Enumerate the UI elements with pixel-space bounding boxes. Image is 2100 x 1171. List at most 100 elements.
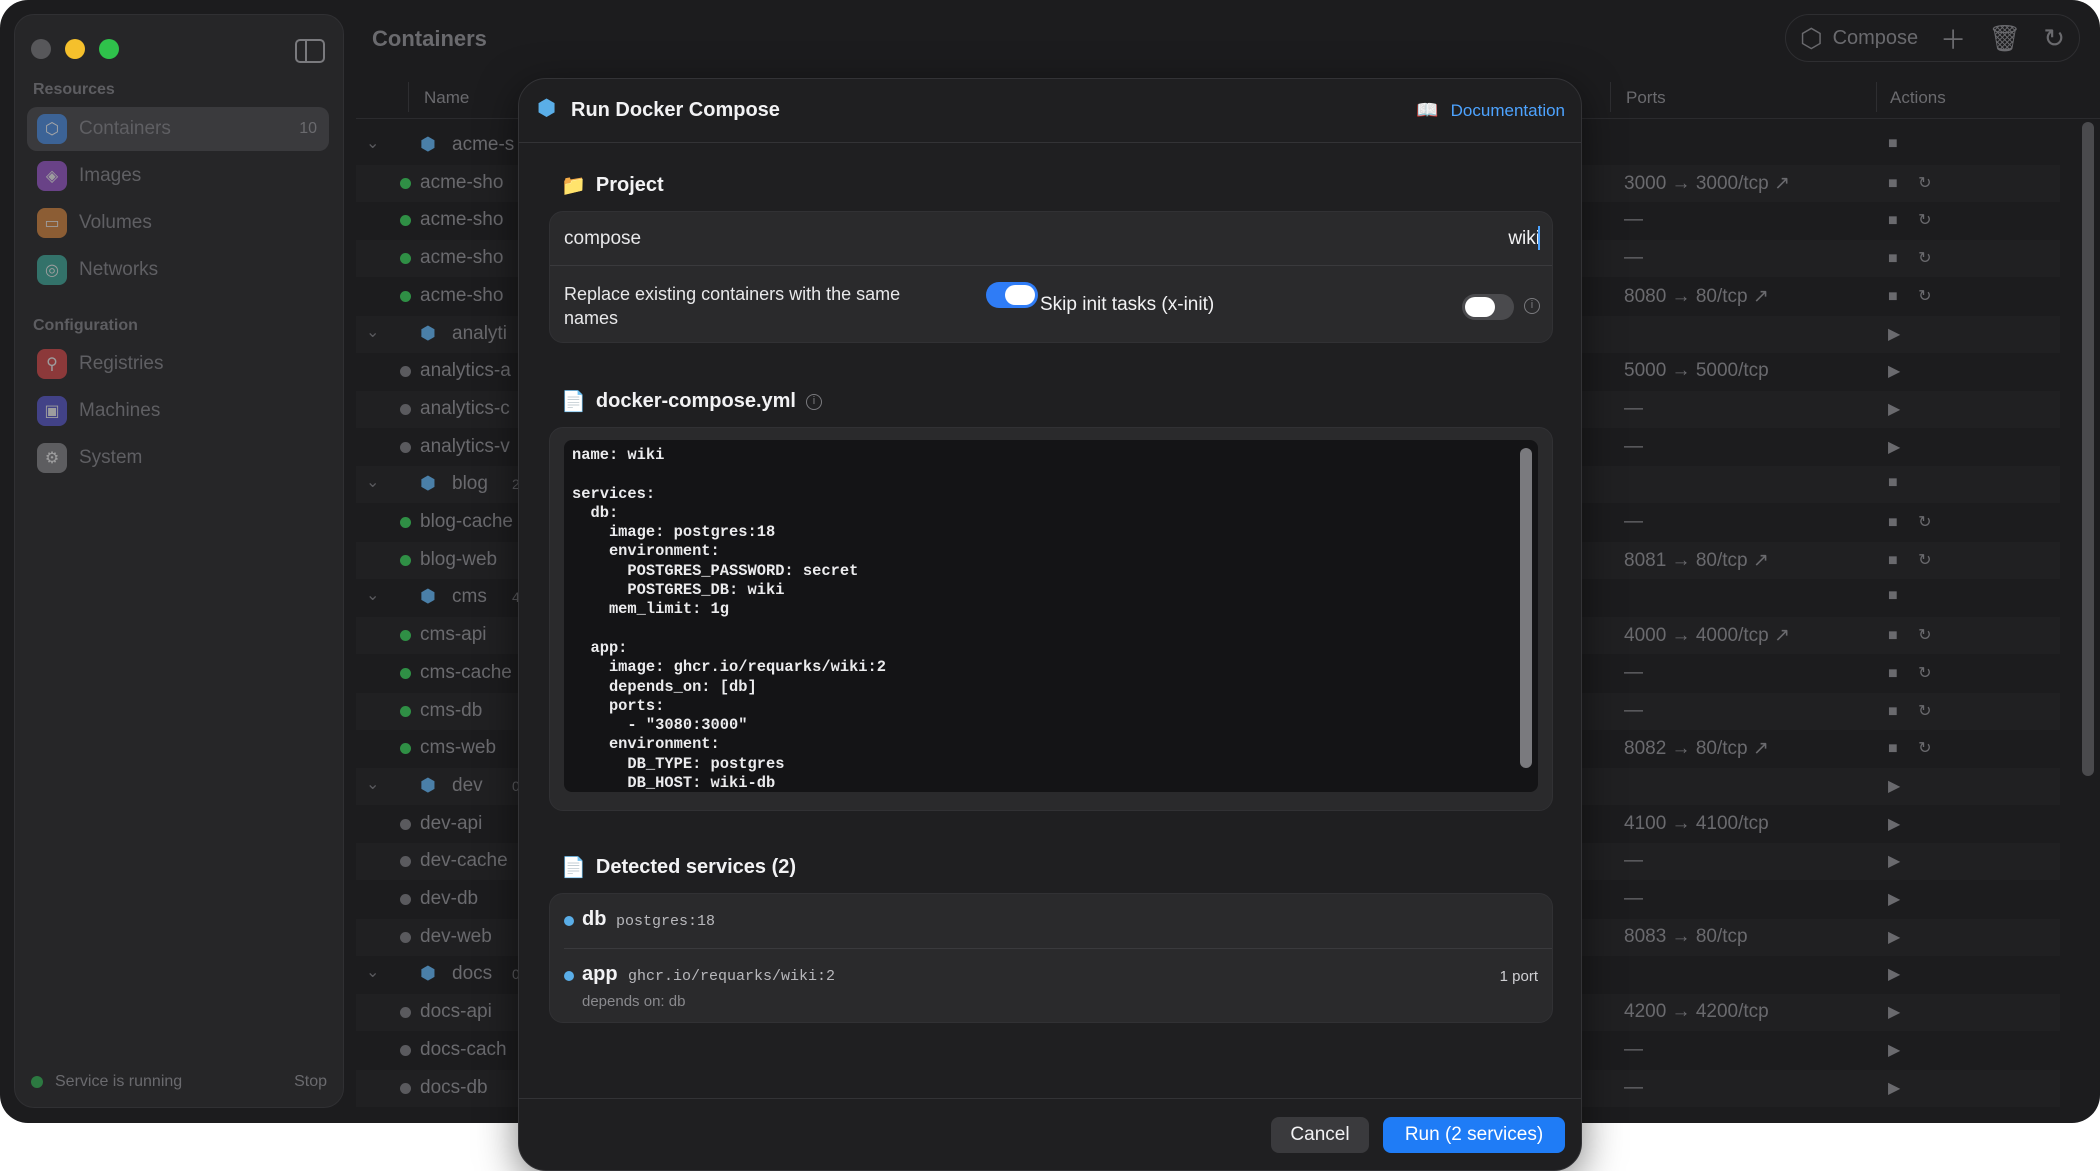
sidebar-item-containers[interactable]: ⬡ Containers 10 xyxy=(27,107,329,151)
column-header-ports[interactable]: Ports xyxy=(1626,88,1666,108)
project-name-row: compose xyxy=(550,212,1552,266)
container-ports[interactable]: 8082 → 80/tcp ↗ xyxy=(1624,737,1769,760)
stop-service-button[interactable]: Stop xyxy=(294,1073,327,1091)
status-dot-icon xyxy=(400,517,411,528)
sidebar-item-machines[interactable]: ▣ Machines xyxy=(27,389,329,433)
zoom-window-button[interactable] xyxy=(99,39,119,59)
container-ports[interactable]: — xyxy=(1624,398,1643,420)
container-ports[interactable]: 4200 → 4200/tcp xyxy=(1624,1001,1769,1023)
row-actions[interactable]: ▶ xyxy=(1888,324,1908,344)
container-ports[interactable]: 8083 → 80/tcp xyxy=(1624,926,1748,948)
row-actions[interactable]: ▶ xyxy=(1888,361,1908,381)
container-ports[interactable]: — xyxy=(1624,888,1643,910)
container-name: docs-db xyxy=(420,1076,488,1098)
container-ports[interactable]: — xyxy=(1624,662,1643,684)
row-actions[interactable]: ■ ↻ xyxy=(1888,248,1940,268)
row-actions[interactable]: ▶ xyxy=(1888,1040,1908,1060)
documentation-label: Documentation xyxy=(1450,100,1565,120)
add-icon[interactable]: ＋ xyxy=(1940,20,1966,57)
row-actions[interactable]: ■ ↻ xyxy=(1888,512,1940,532)
row-actions[interactable]: ▶ xyxy=(1888,399,1908,419)
status-dot-icon xyxy=(400,441,411,453)
row-actions[interactable]: ▶ xyxy=(1888,437,1908,457)
images-icon: ◈ xyxy=(37,161,67,191)
container-ports[interactable]: 5000 → 5000/tcp xyxy=(1624,360,1769,382)
container-ports[interactable]: 4000 → 4000/tcp ↗ xyxy=(1624,624,1790,647)
project-name-input[interactable] xyxy=(1120,226,1540,252)
skip-init-label: Skip init tasks (x-init) xyxy=(1040,294,1215,315)
container-ports[interactable]: — xyxy=(1624,1039,1643,1061)
chevron-down-icon[interactable]: ⌄ xyxy=(366,322,379,342)
row-actions[interactable]: ▶ xyxy=(1888,814,1908,834)
row-actions[interactable]: ▶ xyxy=(1888,1078,1908,1098)
close-window-button[interactable] xyxy=(31,39,51,59)
container-ports[interactable]: — xyxy=(1624,436,1643,458)
container-ports[interactable]: 3000 → 3000/tcp ↗ xyxy=(1624,172,1790,195)
chevron-down-icon[interactable]: ⌄ xyxy=(366,585,379,605)
row-actions[interactable]: ■ ↻ xyxy=(1888,210,1940,230)
row-actions[interactable]: ■ ↻ xyxy=(1888,738,1940,758)
container-ports[interactable]: — xyxy=(1624,700,1643,722)
service-status: Service is running Stop xyxy=(31,1073,327,1091)
container-ports[interactable]: 8080 → 80/tcp ↗ xyxy=(1624,285,1769,308)
documentation-link[interactable]: 📖 Documentation xyxy=(1416,100,1565,121)
container-ports[interactable]: 8081 → 80/tcp ↗ xyxy=(1624,549,1769,572)
container-ports[interactable]: — xyxy=(1624,247,1643,269)
gear-icon: ⚙ xyxy=(37,443,67,473)
compose-button[interactable]: Compose xyxy=(1833,27,1919,50)
row-actions[interactable]: ■ ↻ xyxy=(1888,625,1940,645)
row-actions[interactable]: ■ ↻ xyxy=(1888,173,1940,193)
table-scrollbar[interactable] xyxy=(2082,122,2094,776)
cancel-button[interactable]: Cancel xyxy=(1271,1117,1369,1153)
volumes-icon: ▭ xyxy=(37,208,67,238)
chevron-down-icon[interactable]: ⌄ xyxy=(366,472,379,492)
container-ports[interactable]: 4100 → 4100/tcp xyxy=(1624,813,1769,835)
row-actions[interactable]: ■ ↻ xyxy=(1888,550,1940,570)
status-dot-icon xyxy=(400,931,411,943)
toggle-knob xyxy=(1005,285,1035,305)
trash-icon[interactable]: 🗑 xyxy=(1988,23,2021,54)
info-icon[interactable]: i xyxy=(805,393,822,410)
sidebar-item-networks[interactable]: ◎ Networks xyxy=(27,248,329,292)
column-header-name[interactable]: Name xyxy=(424,88,469,108)
page-title: Containers xyxy=(372,26,487,51)
container-ports[interactable]: — xyxy=(1624,511,1643,533)
skip-init-toggle[interactable] xyxy=(1462,294,1514,320)
row-actions[interactable]: ▶ xyxy=(1888,964,1908,984)
dialog-title: Run Docker Compose xyxy=(571,99,780,121)
container-ports[interactable]: — xyxy=(1624,209,1643,231)
replace-containers-toggle[interactable] xyxy=(986,282,1038,308)
compose-yaml-editor[interactable]: name: wiki services: db: image: postgres… xyxy=(564,440,1538,792)
row-actions[interactable]: ■ xyxy=(1888,474,1906,492)
sidebar-toggle-icon[interactable] xyxy=(295,39,325,63)
chevron-down-icon[interactable]: ⌄ xyxy=(366,774,379,794)
chevron-down-icon[interactable]: ⌄ xyxy=(366,962,379,982)
row-actions[interactable]: ■ ↻ xyxy=(1888,701,1940,721)
service-image: ghcr.io/requarks/wiki:2 xyxy=(628,968,836,985)
minimize-window-button[interactable] xyxy=(65,39,85,59)
refresh-icon[interactable]: ↻ xyxy=(2043,23,2065,54)
row-actions[interactable]: ▶ xyxy=(1888,851,1908,871)
compose-editor-card: name: wiki services: db: image: postgres… xyxy=(549,427,1553,811)
row-actions[interactable]: ▶ xyxy=(1888,1002,1908,1022)
container-ports[interactable]: — xyxy=(1624,850,1643,872)
services-heading-label: Detected services (2) xyxy=(595,856,797,878)
row-actions[interactable]: ■ xyxy=(1888,587,1906,605)
compose-icon[interactable]: ⬡ xyxy=(1800,23,1823,54)
info-icon[interactable]: i xyxy=(1524,298,1540,314)
status-dot-icon xyxy=(400,253,411,265)
row-actions[interactable]: ■ ↻ xyxy=(1888,286,1940,306)
row-actions[interactable]: ■ ↻ xyxy=(1888,663,1940,683)
sidebar-item-volumes[interactable]: ▭ Volumes xyxy=(27,201,329,245)
sidebar-item-registries[interactable]: ⚲ Registries xyxy=(27,342,329,386)
sidebar-item-images[interactable]: ◈ Images xyxy=(27,154,329,198)
editor-scrollbar[interactable] xyxy=(1520,448,1532,768)
row-actions[interactable]: ▶ xyxy=(1888,889,1908,909)
row-actions[interactable]: ■ xyxy=(1888,135,1906,153)
run-services-button[interactable]: Run (2 services) xyxy=(1383,1117,1565,1153)
container-ports[interactable]: — xyxy=(1624,1077,1643,1099)
row-actions[interactable]: ▶ xyxy=(1888,776,1908,796)
sidebar-item-system[interactable]: ⚙ System xyxy=(27,436,329,480)
chevron-down-icon[interactable]: ⌄ xyxy=(366,133,379,153)
row-actions[interactable]: ▶ xyxy=(1888,927,1908,947)
